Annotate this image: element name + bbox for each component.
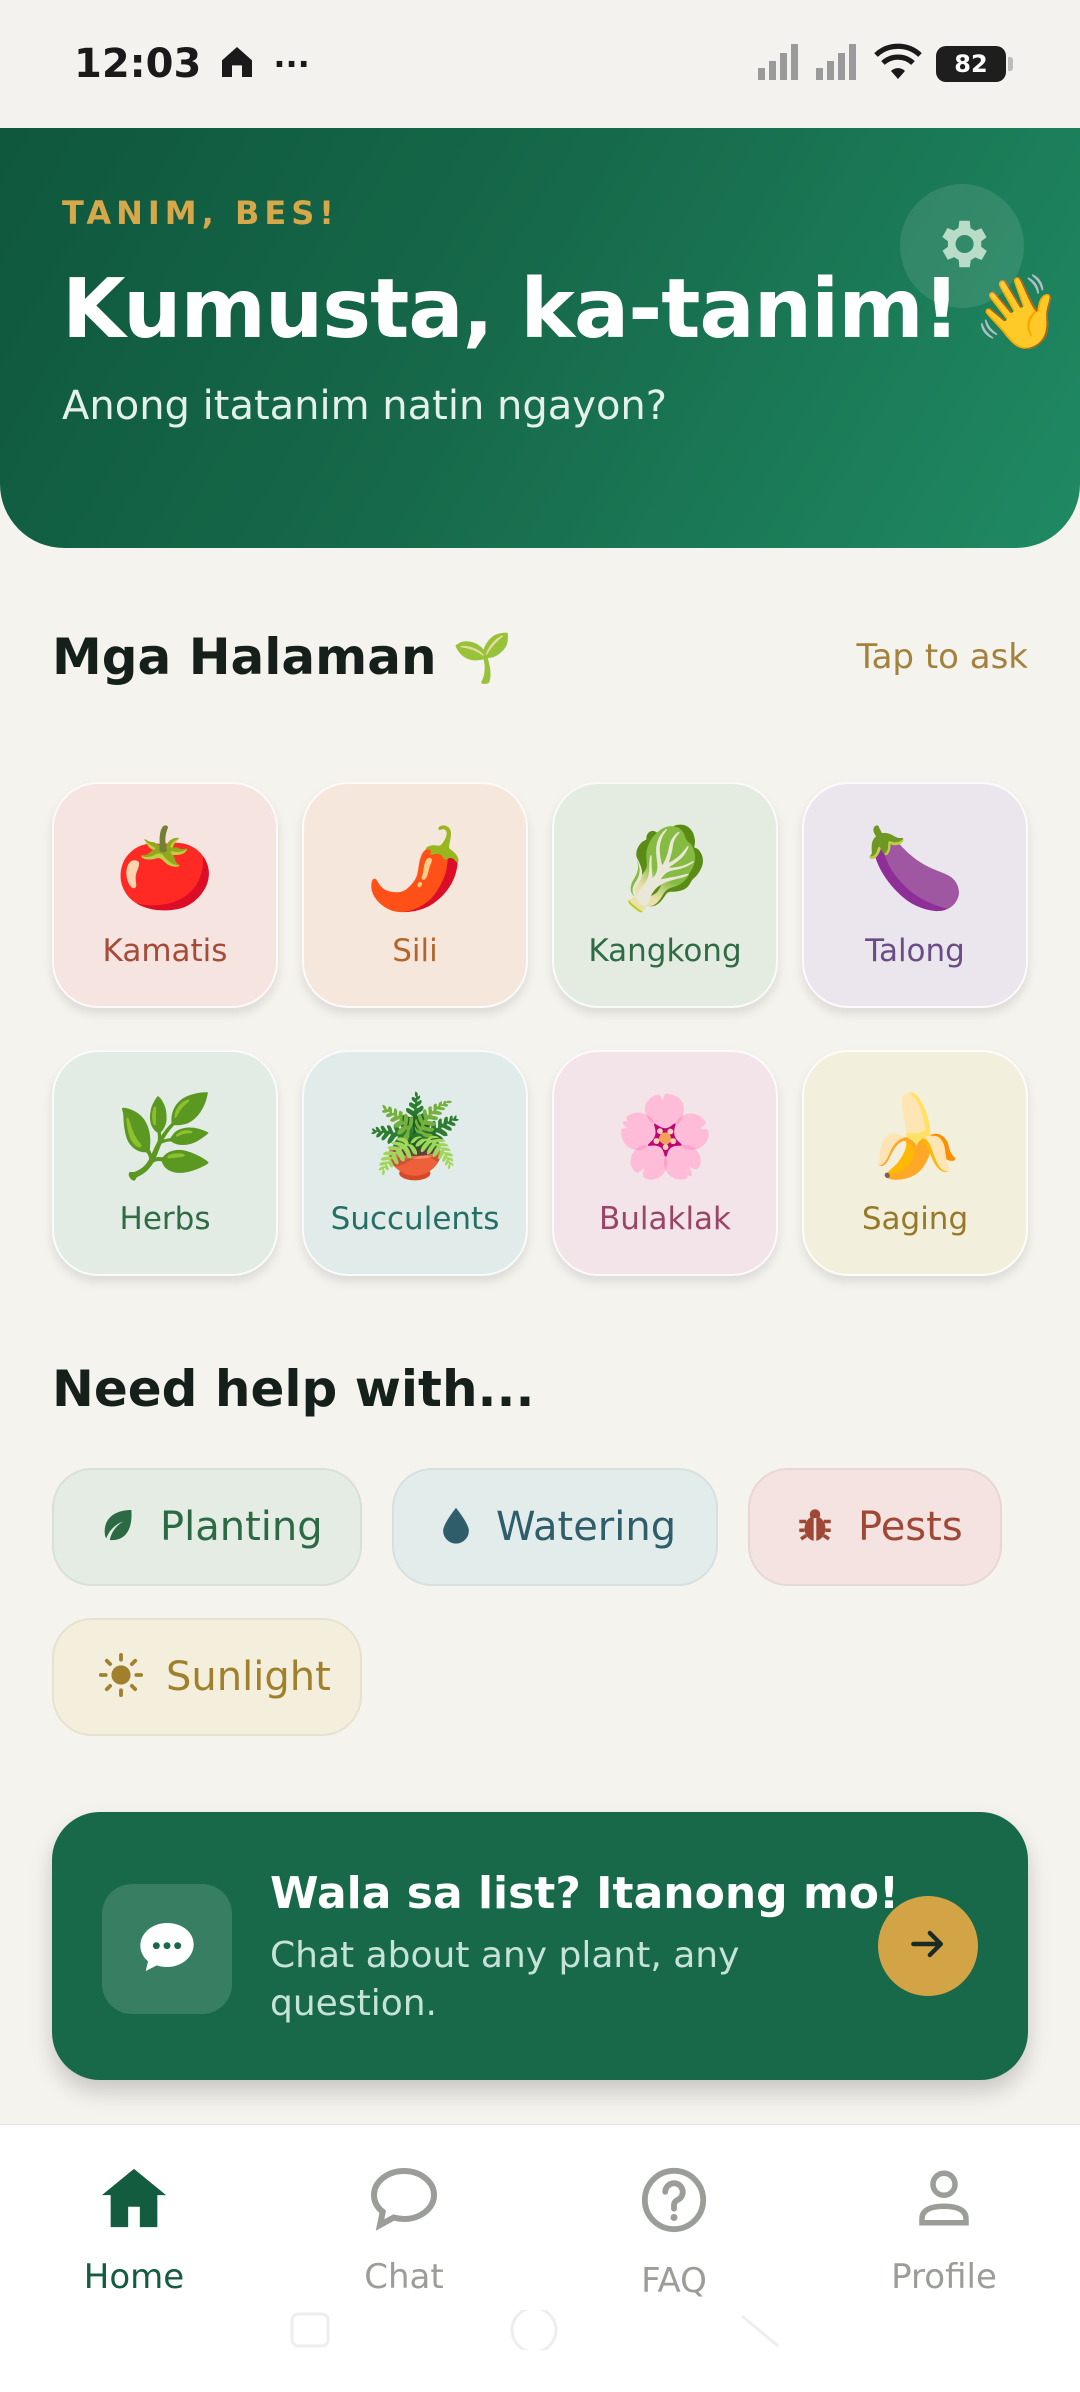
plant-label: Sili — [392, 933, 438, 969]
nav-label: Home — [83, 2257, 185, 2297]
wifi-icon — [874, 43, 922, 85]
water-drop-icon — [438, 1505, 474, 1549]
plant-tile-sili[interactable]: 🌶️ Sili — [302, 782, 528, 1008]
plant-label: Succulents — [330, 1201, 500, 1237]
plant-label: Bulaklak — [598, 1201, 732, 1237]
greeting-subtitle: Anong itatanim natin ngayon? — [62, 383, 667, 429]
signal-icon — [758, 44, 802, 84]
nav-faq[interactable]: FAQ — [574, 2165, 774, 2301]
system-navigation-bar — [0, 2306, 1080, 2354]
plant-tile-saging[interactable]: 🍌 Saging — [802, 1050, 1028, 1276]
chip-pests[interactable]: Pests — [748, 1468, 1002, 1586]
nav-chat[interactable]: Chat — [304, 2165, 504, 2297]
chip-planting[interactable]: Planting — [52, 1468, 362, 1586]
plant-emoji-icon: 🌶️ — [365, 822, 465, 915]
cta-arrow-button[interactable] — [878, 1896, 978, 1996]
home-gesture-button — [510, 2306, 558, 2354]
plant-label: Kangkong — [588, 933, 742, 969]
chip-sunlight[interactable]: Sunlight — [52, 1618, 362, 1736]
cta-icon-box — [102, 1884, 232, 2014]
home-status-icon — [217, 42, 257, 86]
plant-label: Herbs — [119, 1201, 211, 1237]
bug-icon — [794, 1504, 836, 1550]
gear-icon — [931, 213, 993, 279]
plant-tile-succulents[interactable]: 🪴 Succulents — [302, 1050, 528, 1276]
help-circle-icon — [639, 2165, 709, 2239]
home-icon — [99, 2165, 169, 2235]
plant-tile-herbs[interactable]: 🌿 Herbs — [52, 1050, 278, 1276]
plant-tile-bulaklak[interactable]: 🌸 Bulaklak — [552, 1050, 778, 1276]
settings-button[interactable] — [900, 184, 1024, 308]
plant-label: Saging — [861, 1201, 969, 1237]
tap-to-ask-link[interactable]: Tap to ask — [856, 637, 1028, 677]
seedling-icon: 🌱 — [452, 629, 513, 686]
leaf-icon — [98, 1505, 138, 1549]
more-status-icon: ··· — [273, 45, 310, 83]
eyebrow-label: TANIM, BES! — [62, 194, 339, 232]
back-gesture-button — [741, 2314, 779, 2348]
plant-grid: 🍅 Kamatis 🌶️ Sili 🥬 Kangkong 🍆 Talong 🌿 Herbs 🪴 Suc… — [52, 782, 1030, 1276]
plant-emoji-icon: 🥬 — [615, 822, 715, 915]
plant-tile-talong[interactable]: 🍆 Talong — [802, 782, 1028, 1008]
plants-section-header: Mga Halaman 🌱 Tap to ask — [52, 628, 1028, 686]
battery-indicator: 82 — [936, 46, 1013, 82]
cta-subtitle: Chat about any plant, any question. — [270, 1935, 740, 2024]
plant-tile-kamatis[interactable]: 🍅 Kamatis — [52, 782, 278, 1008]
ask-anything-card[interactable]: Wala sa list? Itanong mo! Chat about any… — [52, 1812, 1028, 2080]
status-left: 12:03 ··· — [74, 41, 310, 87]
sun-icon — [98, 1652, 144, 1702]
chip-label: Watering — [496, 1504, 677, 1550]
person-icon — [911, 2165, 977, 2235]
bottom-navigation: Home Chat FAQ Profile — [0, 2124, 1080, 2392]
status-bar: 12:03 ··· 82 — [0, 0, 1080, 128]
nav-label: FAQ — [641, 2261, 707, 2301]
nav-home[interactable]: Home — [34, 2165, 234, 2297]
chat-bubble-icon — [135, 1915, 199, 1983]
chip-label: Pests — [858, 1504, 963, 1550]
header-banner: TANIM, BES! Kumusta, ka-tanim! 👋 Anong it… — [0, 128, 1080, 548]
signal-icon-2 — [816, 44, 860, 84]
nav-label: Chat — [364, 2257, 444, 2297]
chat-icon — [368, 2165, 440, 2235]
recent-apps-button — [290, 2312, 330, 2348]
status-right: 82 — [758, 43, 1013, 85]
plant-emoji-icon: 🌿 — [115, 1090, 215, 1183]
plant-emoji-icon: 🍆 — [865, 822, 965, 915]
chip-watering[interactable]: Watering — [392, 1468, 718, 1586]
greeting-text: Kumusta, ka-tanim! — [62, 262, 960, 357]
arrow-right-icon — [906, 1922, 950, 1970]
plant-tile-kangkong[interactable]: 🥬 Kangkong — [552, 782, 778, 1008]
plant-emoji-icon: 🍌 — [865, 1090, 965, 1183]
plant-label: Kamatis — [102, 933, 228, 969]
nav-label: Profile — [891, 2257, 997, 2297]
cta-title: Wala sa list? Itanong mo! — [270, 1868, 900, 1919]
status-time: 12:03 — [74, 41, 202, 87]
plant-emoji-icon: 🪴 — [365, 1090, 465, 1183]
plant-label: Talong — [865, 933, 965, 969]
plant-emoji-icon: 🌸 — [615, 1090, 715, 1183]
chip-label: Planting — [160, 1504, 323, 1550]
greeting-title: Kumusta, ka-tanim! 👋 — [62, 262, 1063, 357]
plant-emoji-icon: 🍅 — [115, 822, 215, 915]
help-section-title: Need help with... — [52, 1360, 535, 1418]
plants-section-title: Mga Halaman — [52, 628, 437, 686]
chip-label: Sunlight — [166, 1654, 331, 1700]
nav-profile[interactable]: Profile — [844, 2165, 1044, 2297]
